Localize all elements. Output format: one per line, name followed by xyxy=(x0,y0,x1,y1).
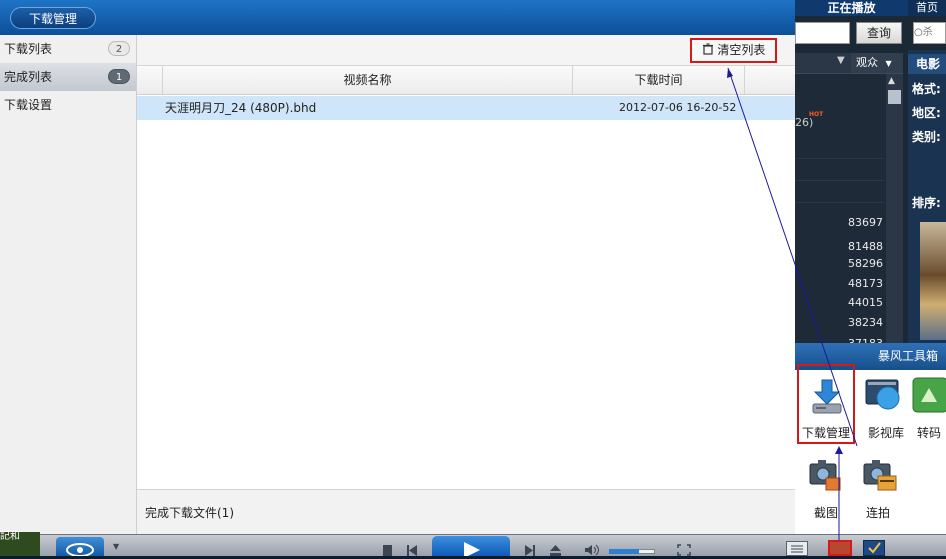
annotation-arrow-line xyxy=(727,67,858,447)
annotation-arrow-head xyxy=(835,446,843,454)
annotation-arrow-head xyxy=(727,68,733,78)
annotation-arrows xyxy=(727,67,858,540)
